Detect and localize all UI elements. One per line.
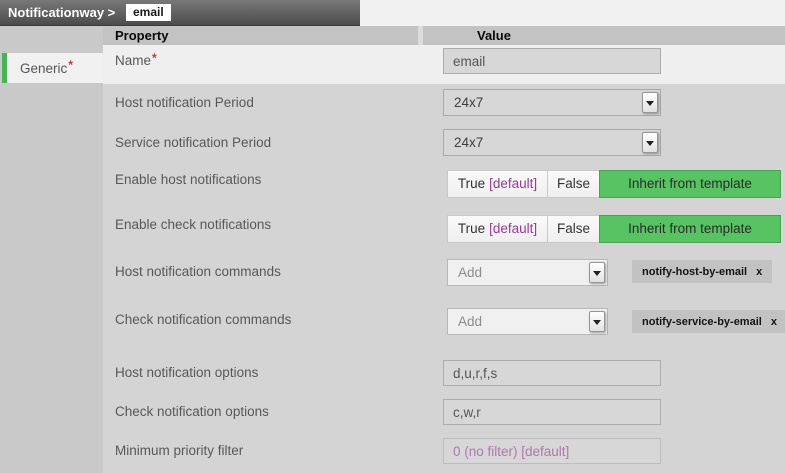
name-label: Name* [115, 51, 157, 71]
host-notification-commands-label: Host notification commands [115, 262, 281, 282]
chevron-down-icon[interactable] [642, 132, 658, 153]
breadcrumb-bar: Notificationway > email [0, 0, 360, 26]
minimum-priority-filter-label: Minimum priority filter [115, 441, 243, 461]
property-column-header: Property [115, 26, 168, 45]
add-select-value: Add [448, 260, 607, 285]
true-default-button[interactable]: True[default] [447, 215, 548, 243]
enable-host-notifications-toggle: True[default] False Inherit from templat… [447, 170, 781, 198]
host-notification-period-value: 24x7 [444, 90, 660, 115]
notificationway-edit-page: Notificationway > email Generic* Propert… [0, 0, 785, 473]
false-button[interactable]: False [547, 215, 600, 243]
minimum-priority-filter-input[interactable] [443, 438, 661, 464]
chevron-down-icon[interactable] [642, 92, 658, 113]
default-badge: [default] [489, 176, 537, 191]
default-badge: [default] [489, 221, 537, 236]
inherit-from-template-button-selected[interactable]: Inherit from template [599, 215, 781, 243]
required-marker: * [68, 58, 73, 72]
host-notification-options-label: Host notification options [115, 363, 258, 383]
service-notification-period-label: Service notification Period [115, 133, 271, 153]
chevron-down-icon[interactable] [589, 311, 605, 332]
enable-check-notifications-toggle: True[default] False Inherit from templat… [447, 215, 781, 243]
check-notification-commands-add-select[interactable]: Add [447, 308, 608, 335]
host-notification-options-input[interactable] [443, 360, 661, 386]
host-notification-command-tag: notify-host-by-email x [632, 260, 772, 283]
required-marker: * [152, 51, 157, 65]
value-column-header: Value [477, 26, 511, 45]
enable-check-notifications-label: Enable check notifications [115, 215, 271, 235]
add-select-value: Add [448, 309, 607, 334]
tab-generic-label: Generic [20, 61, 67, 76]
check-notification-options-input[interactable] [443, 399, 661, 425]
false-button[interactable]: False [547, 170, 600, 198]
remove-tag-icon[interactable]: x [756, 266, 762, 278]
true-default-button[interactable]: True[default] [447, 170, 548, 198]
header-column-divider [418, 26, 423, 45]
host-notification-commands-add-select[interactable]: Add [447, 259, 608, 286]
breadcrumb-object-name: email [126, 4, 171, 21]
breadcrumb: Notificationway > [8, 0, 115, 26]
check-notification-commands-label: Check notification commands [115, 310, 291, 330]
table-header [103, 26, 785, 45]
tag-label: notify-host-by-email [642, 266, 747, 278]
check-notification-command-tag: notify-service-by-email x [632, 310, 785, 333]
tab-generic[interactable]: Generic* [2, 53, 103, 83]
host-notification-period-label: Host notification Period [115, 93, 254, 113]
remove-tag-icon[interactable]: x [771, 316, 777, 328]
inherit-from-template-button-selected[interactable]: Inherit from template [599, 170, 781, 198]
host-notification-period-select[interactable]: 24x7 [443, 89, 661, 116]
sidebar: Generic* [0, 26, 103, 473]
service-notification-period-select[interactable]: 24x7 [443, 129, 661, 156]
check-notification-options-label: Check notification options [115, 402, 269, 422]
chevron-down-icon[interactable] [589, 262, 605, 283]
tag-label: notify-service-by-email [642, 316, 762, 328]
service-notification-period-value: 24x7 [444, 130, 660, 155]
enable-host-notifications-label: Enable host notifications [115, 170, 261, 190]
name-input[interactable] [443, 48, 661, 74]
